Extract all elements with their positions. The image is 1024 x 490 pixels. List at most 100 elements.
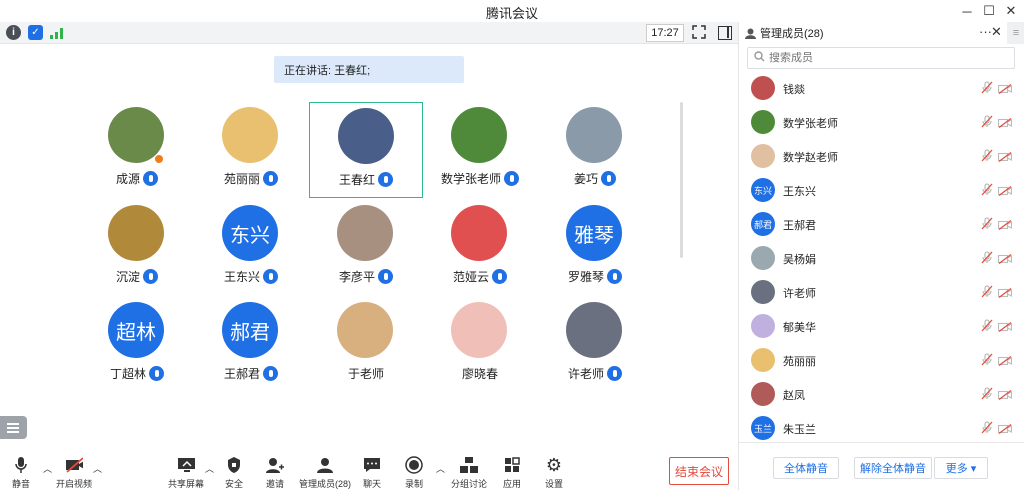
- camera-off-icon[interactable]: [997, 117, 1013, 128]
- participant-tile[interactable]: 范娅云: [423, 200, 537, 296]
- camera-off-icon[interactable]: [997, 321, 1013, 332]
- microphone-muted-icon[interactable]: [981, 285, 993, 301]
- microphone-muted-icon[interactable]: [981, 115, 993, 131]
- microphone-muted-icon[interactable]: [981, 251, 993, 267]
- participant-name-row: 王郝君: [194, 365, 308, 382]
- share-options-chevron-icon[interactable]: ︿: [205, 462, 214, 475]
- record-options-chevron-icon[interactable]: ︿: [436, 462, 445, 475]
- close-button[interactable]: ✕: [1000, 0, 1022, 22]
- apps-grid-icon: [503, 456, 521, 474]
- member-name: 数学赵老师: [783, 152, 838, 164]
- participant-tile[interactable]: 苑丽丽: [194, 102, 308, 198]
- participant-tile[interactable]: 李彦平: [309, 200, 423, 296]
- list-toggle-button[interactable]: [0, 416, 27, 439]
- participant-tile[interactable]: 姜巧: [538, 102, 652, 198]
- participant-tile[interactable]: 雅琴 罗雅琴: [538, 200, 652, 296]
- member-list-item[interactable]: 钱燚: [739, 72, 1024, 106]
- microphone-muted-icon[interactable]: [981, 387, 993, 403]
- member-search[interactable]: [747, 47, 1015, 69]
- member-name: 吴杨娟: [783, 254, 816, 266]
- participant-name-row: 丁超林: [80, 365, 194, 382]
- avatar: 东兴: [751, 178, 775, 202]
- end-meeting-button[interactable]: 结束会议: [669, 457, 729, 485]
- record-button[interactable]: 录制: [405, 456, 423, 490]
- avatar: 东兴: [222, 205, 278, 261]
- manage-members-button[interactable]: 管理成员(28): [299, 456, 351, 490]
- camera-off-icon[interactable]: [997, 151, 1013, 162]
- camera-off-icon[interactable]: [997, 287, 1013, 298]
- layout-icon[interactable]: [718, 26, 732, 40]
- member-list-item[interactable]: 许老师: [739, 276, 1024, 310]
- avatar: [751, 382, 775, 406]
- microphone-muted-icon[interactable]: [981, 183, 993, 199]
- minimize-button[interactable]: ─: [956, 0, 978, 22]
- maximize-button[interactable]: ☐: [978, 0, 1000, 22]
- close-icon[interactable]: ✕: [991, 24, 1002, 40]
- microphone-icon: [143, 171, 158, 186]
- participant-tile[interactable]: 王春红: [309, 102, 423, 198]
- camera-off-icon[interactable]: [997, 185, 1013, 196]
- chat-button[interactable]: 聊天: [363, 456, 381, 490]
- participant-tile[interactable]: 许老师: [538, 297, 652, 393]
- security-button[interactable]: 安全: [225, 456, 243, 490]
- microphone-muted-icon[interactable]: [981, 149, 993, 165]
- breakout-button[interactable]: 分组讨论: [451, 456, 487, 490]
- participant-name: 姜巧: [573, 172, 598, 186]
- participant-tile[interactable]: 于老师: [309, 297, 423, 393]
- camera-off-icon[interactable]: [997, 423, 1013, 434]
- participant-tile[interactable]: 廖晓春: [423, 297, 537, 393]
- fullscreen-icon[interactable]: [692, 25, 706, 39]
- stage-scrollbar[interactable]: [680, 102, 683, 258]
- camera-off-icon[interactable]: [997, 389, 1013, 400]
- mute-all-button[interactable]: 全体静音: [773, 457, 839, 479]
- participant-tile[interactable]: 超林 丁超林: [80, 297, 194, 393]
- camera-off-icon[interactable]: [997, 355, 1013, 366]
- video-button[interactable]: 开启视频: [56, 456, 92, 490]
- invite-button[interactable]: 邀请: [266, 456, 284, 490]
- member-list-item[interactable]: 玉兰 朱玉兰: [739, 412, 1024, 446]
- participant-name-row: 罗雅琴: [538, 268, 652, 285]
- apps-button[interactable]: 应用: [503, 456, 521, 490]
- camera-off-icon[interactable]: [997, 83, 1013, 94]
- microphone-muted-icon[interactable]: [981, 81, 993, 97]
- unmute-all-button[interactable]: 解除全体静音: [854, 457, 932, 479]
- participant-tile[interactable]: 郝君 王郝君: [194, 297, 308, 393]
- microphone-muted-icon[interactable]: [981, 353, 993, 369]
- camera-off-icon[interactable]: [997, 219, 1013, 230]
- member-list-item[interactable]: 吴杨娟: [739, 242, 1024, 276]
- microphone-icon: [263, 366, 278, 381]
- participant-tile[interactable]: 东兴 王东兴: [194, 200, 308, 296]
- microphone-muted-icon[interactable]: [981, 319, 993, 335]
- participant-tile[interactable]: 数学张老师: [423, 102, 537, 198]
- microphone-icon: [504, 171, 519, 186]
- participant-tile[interactable]: 沉淀: [80, 200, 194, 296]
- member-list-item[interactable]: 数学赵老师: [739, 140, 1024, 174]
- mute-button[interactable]: 静音: [12, 456, 30, 490]
- member-list-item[interactable]: 数学张老师: [739, 106, 1024, 140]
- participant-tile[interactable]: 成源: [80, 102, 194, 198]
- signal-icon[interactable]: [50, 27, 64, 39]
- video-options-chevron-icon[interactable]: ︿: [93, 462, 102, 475]
- panel-menu-icon[interactable]: ≡: [1007, 22, 1024, 44]
- settings-button[interactable]: ⚙ 设置: [545, 454, 563, 490]
- mute-options-chevron-icon[interactable]: ︿: [43, 462, 52, 475]
- participant-name: 丁超林: [109, 367, 146, 381]
- search-input[interactable]: [769, 52, 1009, 64]
- more-button[interactable]: 更多 ▾: [934, 457, 988, 479]
- member-list-item[interactable]: 郝君 王郝君: [739, 208, 1024, 242]
- member-list-item[interactable]: 苑丽丽: [739, 344, 1024, 378]
- member-list-item[interactable]: 东兴 王东兴: [739, 174, 1024, 208]
- gear-icon: ⚙: [545, 454, 563, 475]
- share-screen-button[interactable]: 共享屏幕: [168, 456, 204, 490]
- member-list-item[interactable]: 郁美华: [739, 310, 1024, 344]
- microphone-muted-icon[interactable]: [981, 217, 993, 233]
- member-list-item[interactable]: 赵凤: [739, 378, 1024, 412]
- info-icon[interactable]: i: [6, 25, 21, 40]
- shield-icon[interactable]: ✓: [28, 25, 43, 40]
- participant-name: 罗雅琴: [567, 270, 604, 284]
- camera-off-icon[interactable]: [997, 253, 1013, 264]
- microphone-muted-icon[interactable]: [981, 421, 993, 437]
- participant-name-row: 苑丽丽: [194, 170, 308, 187]
- microphone-icon: [149, 366, 164, 381]
- avatar: [751, 314, 775, 338]
